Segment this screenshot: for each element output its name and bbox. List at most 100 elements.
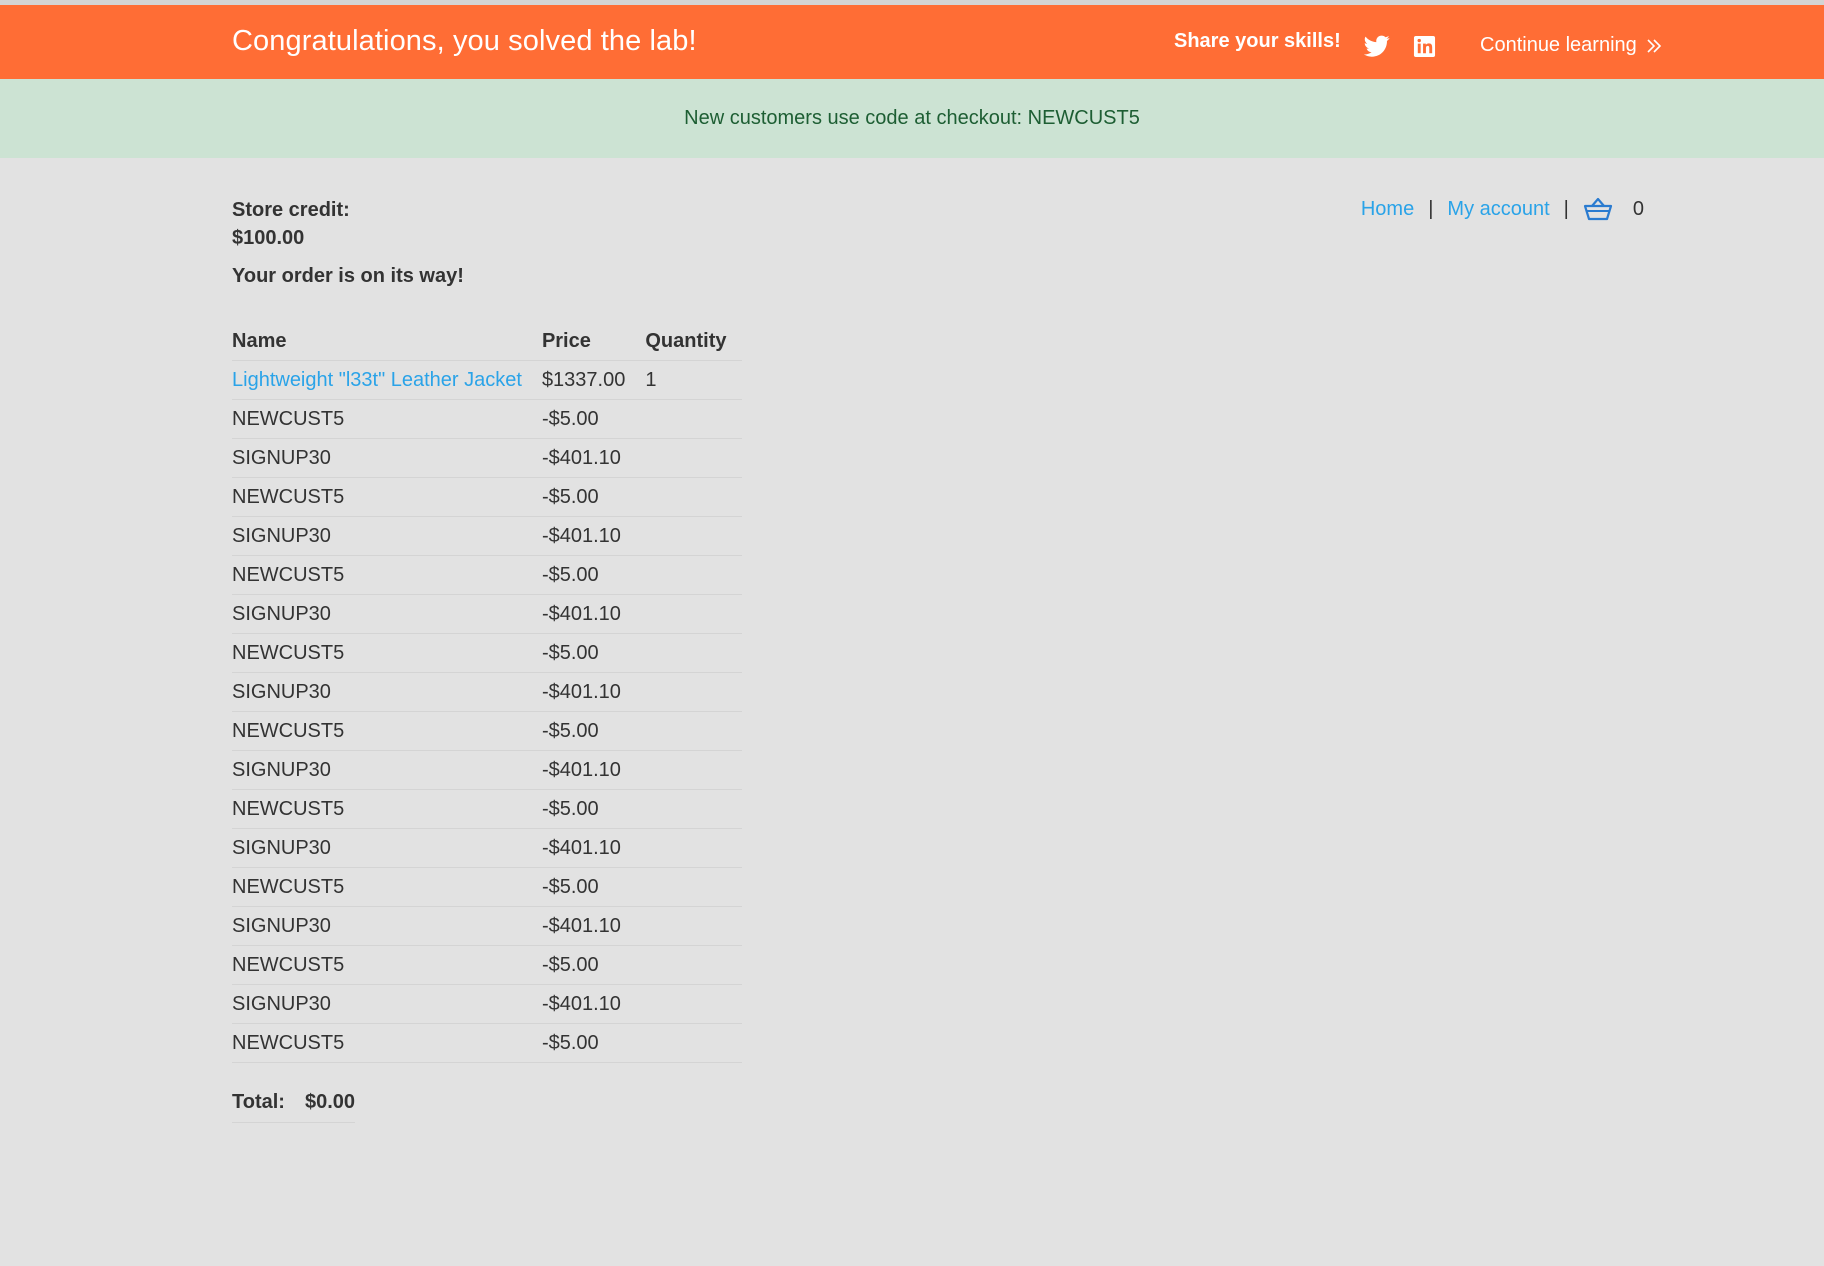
column-header-quantity: Quantity <box>645 322 743 361</box>
nav-separator: | <box>1428 197 1434 220</box>
item-quantity-cell <box>645 516 743 556</box>
table-row: NEWCUST5 -$5.00 <box>232 711 743 751</box>
item-name-cell: NEWCUST5 <box>232 711 542 751</box>
item-name-cell: NEWCUST5 <box>232 399 542 439</box>
column-header-price: Price <box>541 322 646 361</box>
item-price-cell: -$5.00 <box>541 789 646 829</box>
twitter-icon[interactable] <box>1364 33 1390 59</box>
item-price-cell: -$401.10 <box>541 984 646 1024</box>
item-quantity-cell <box>645 867 743 907</box>
table-row: SIGNUP30 -$401.10 <box>232 594 743 634</box>
banner-title: Congratulations, you solved the lab! <box>232 25 697 57</box>
item-name-cell: NEWCUST5 <box>232 867 542 907</box>
main-content: Store credit: $100.00 Home | My account … <box>0 158 1824 1266</box>
item-quantity-cell <box>645 672 743 712</box>
item-quantity-cell <box>645 906 743 946</box>
table-row: SIGNUP30 -$401.10 <box>232 828 743 868</box>
share-skills-label: Share your skills! <box>1174 30 1341 52</box>
promo-notice-text: New customers use code at checkout: NEWC… <box>684 107 1140 129</box>
item-name-cell: SIGNUP30 <box>232 750 542 790</box>
basket-icon[interactable] <box>1583 196 1613 222</box>
item-quantity-cell <box>645 594 743 634</box>
table-row: NEWCUST5 -$5.00 <box>232 633 743 673</box>
item-quantity-cell <box>645 789 743 829</box>
column-header-name: Name <box>232 322 542 361</box>
promo-notice: New customers use code at checkout: NEWC… <box>0 79 1824 158</box>
item-price-cell: -$5.00 <box>541 399 646 439</box>
table-row: NEWCUST5 -$5.00 <box>232 555 743 595</box>
item-quantity-cell <box>645 399 743 439</box>
item-price-cell: -$5.00 <box>541 633 646 673</box>
item-price-cell: -$5.00 <box>541 945 646 985</box>
product-link[interactable]: Lightweight "l33t" Leather Jacket <box>232 369 522 391</box>
table-row: NEWCUST5 -$5.00 <box>232 867 743 907</box>
total-label: Total: <box>232 1091 285 1113</box>
item-price-cell: -$401.10 <box>541 828 646 868</box>
item-name-cell: SIGNUP30 <box>232 906 542 946</box>
item-price-cell: -$401.10 <box>541 750 646 790</box>
lab-solved-banner: Congratulations, you solved the lab! Sha… <box>0 5 1824 79</box>
item-price-cell: -$401.10 <box>541 516 646 556</box>
item-name-cell: SIGNUP30 <box>232 438 542 478</box>
order-table-body: Lightweight "l33t" Leather Jacket $1337.… <box>232 360 743 1063</box>
item-name-cell: Lightweight "l33t" Leather Jacket <box>232 360 542 400</box>
nav-separator: | <box>1563 197 1569 220</box>
item-name-cell: NEWCUST5 <box>232 945 542 985</box>
item-name-cell: NEWCUST5 <box>232 1023 542 1063</box>
item-name-cell: SIGNUP30 <box>232 594 542 634</box>
nav-home-link[interactable]: Home <box>1361 198 1414 221</box>
item-quantity-cell <box>645 633 743 673</box>
cart-count: 0 <box>1632 197 1644 220</box>
table-row: NEWCUST5 -$5.00 <box>232 477 743 517</box>
table-row: SIGNUP30 -$401.10 <box>232 516 743 556</box>
item-quantity-cell <box>645 711 743 751</box>
item-price-cell: -$5.00 <box>541 1023 646 1063</box>
item-price-cell: -$401.10 <box>541 672 646 712</box>
item-name-cell: NEWCUST5 <box>232 789 542 829</box>
item-price-cell: -$5.00 <box>541 711 646 751</box>
item-price-cell: -$5.00 <box>541 867 646 907</box>
item-quantity-cell <box>645 750 743 790</box>
table-row: SIGNUP30 -$401.10 <box>232 906 743 946</box>
item-quantity-cell <box>645 555 743 595</box>
item-name-cell: SIGNUP30 <box>232 672 542 712</box>
item-name-cell: NEWCUST5 <box>232 555 542 595</box>
continue-learning-link[interactable]: Continue learning <box>1480 34 1663 57</box>
item-name-cell: SIGNUP30 <box>232 516 542 556</box>
item-price-cell: $1337.00 <box>541 360 646 400</box>
item-quantity-cell <box>645 438 743 478</box>
linkedin-icon[interactable] <box>1413 35 1436 58</box>
table-row: NEWCUST5 -$5.00 <box>232 399 743 439</box>
order-total: Total: $0.00 <box>232 1091 356 1123</box>
store-credit-label: Store credit: <box>232 199 350 221</box>
item-price-cell: -$401.10 <box>541 438 646 478</box>
table-row: NEWCUST5 -$5.00 <box>232 945 743 985</box>
item-quantity-cell <box>645 828 743 868</box>
top-nav: Home | My account | 0 <box>1361 196 1644 222</box>
item-quantity-cell <box>645 984 743 1024</box>
item-name-cell: NEWCUST5 <box>232 633 542 673</box>
item-quantity-cell <box>645 477 743 517</box>
item-quantity-cell: 1 <box>645 360 743 400</box>
table-row: NEWCUST5 -$5.00 <box>232 789 743 829</box>
item-name-cell: SIGNUP30 <box>232 828 542 868</box>
order-table-header: Name Price Quantity <box>232 322 743 361</box>
table-row: SIGNUP30 -$401.10 <box>232 750 743 790</box>
item-name-cell: SIGNUP30 <box>232 984 542 1024</box>
item-price-cell: -$5.00 <box>541 555 646 595</box>
table-row: SIGNUP30 -$401.10 <box>232 672 743 712</box>
nav-my-account-link[interactable]: My account <box>1447 198 1549 221</box>
chevron-double-right-icon <box>1647 38 1661 53</box>
item-quantity-cell <box>645 945 743 985</box>
item-price-cell: -$401.10 <box>541 594 646 634</box>
item-name-cell: NEWCUST5 <box>232 477 542 517</box>
table-row: SIGNUP30 -$401.10 <box>232 984 743 1024</box>
item-price-cell: -$5.00 <box>541 477 646 517</box>
order-table: Name Price Quantity Lightweight "l33t" L… <box>232 322 743 1063</box>
store-credit: Store credit: $100.00 <box>232 196 350 252</box>
table-row: SIGNUP30 -$401.10 <box>232 438 743 478</box>
continue-learning-label: Continue learning <box>1480 34 1637 56</box>
store-credit-value: $100.00 <box>232 227 305 249</box>
item-price-cell: -$401.10 <box>541 906 646 946</box>
table-row: NEWCUST5 -$5.00 <box>232 1023 743 1063</box>
